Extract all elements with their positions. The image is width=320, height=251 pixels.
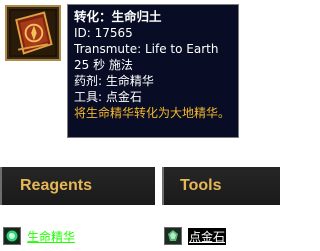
spell-tooltip: 转化：生命归土 ID: 17565 Transmute: Life to Ear… bbox=[67, 4, 239, 138]
essence-of-life-icon bbox=[3, 227, 21, 245]
reagent-item[interactable]: 生命精华 bbox=[3, 225, 75, 247]
tool-name-link[interactable]: 点金石 bbox=[188, 227, 227, 245]
spell-title: 转化：生命归土 bbox=[74, 9, 162, 24]
reagents-header: Reagents bbox=[0, 167, 155, 205]
cast-time: 25 秒 施法 bbox=[74, 58, 133, 72]
tool-item[interactable]: 点金石 bbox=[164, 225, 227, 247]
transmute-book-icon bbox=[5, 5, 61, 61]
tools-header: Tools bbox=[162, 167, 280, 205]
spell-description: 将生命精华转化为大地精华。 bbox=[74, 106, 231, 120]
reagent-requirement: 药剂: 生命精华 bbox=[74, 74, 154, 88]
reagent-name-link[interactable]: 生命精华 bbox=[27, 228, 75, 245]
spell-english-name: Transmute: Life to Earth bbox=[74, 42, 219, 56]
tools-label: Tools bbox=[180, 177, 222, 194]
spell-id: ID: 17565 bbox=[74, 26, 133, 40]
tool-requirement: 工具: 点金石 bbox=[74, 90, 142, 104]
reagents-label: Reagents bbox=[20, 177, 93, 194]
philosophers-stone-icon bbox=[164, 227, 182, 245]
